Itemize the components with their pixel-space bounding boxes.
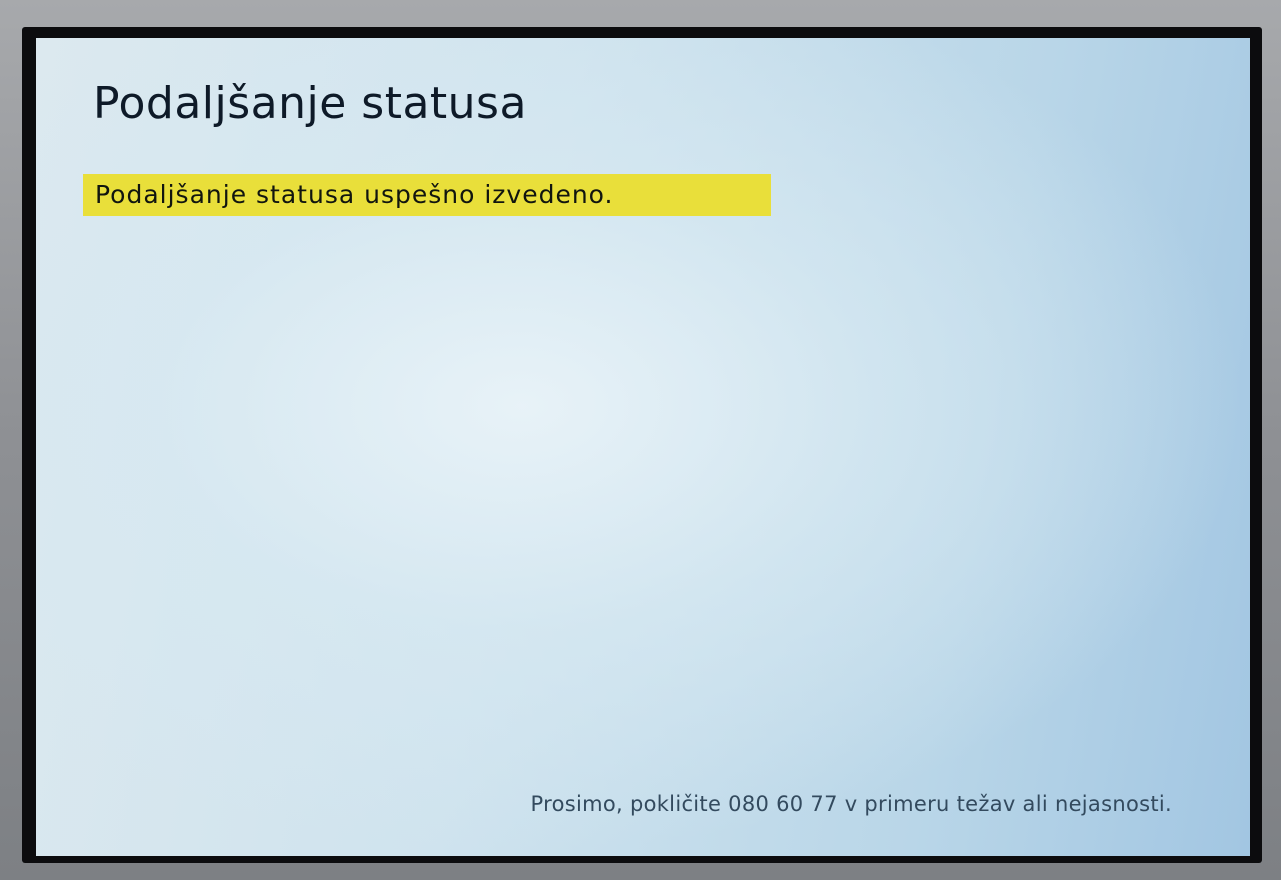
kiosk-bezel: Podaljšanje statusa Podaljšanje statusa … xyxy=(0,0,1281,880)
success-message: Podaljšanje statusa uspešno izvedeno. xyxy=(83,174,771,216)
kiosk-screen: Podaljšanje statusa Podaljšanje statusa … xyxy=(36,38,1250,856)
page-title: Podaljšanje statusa xyxy=(93,78,527,129)
help-contact-note: Prosimo, pokličite 080 60 77 v primeru t… xyxy=(530,792,1172,816)
